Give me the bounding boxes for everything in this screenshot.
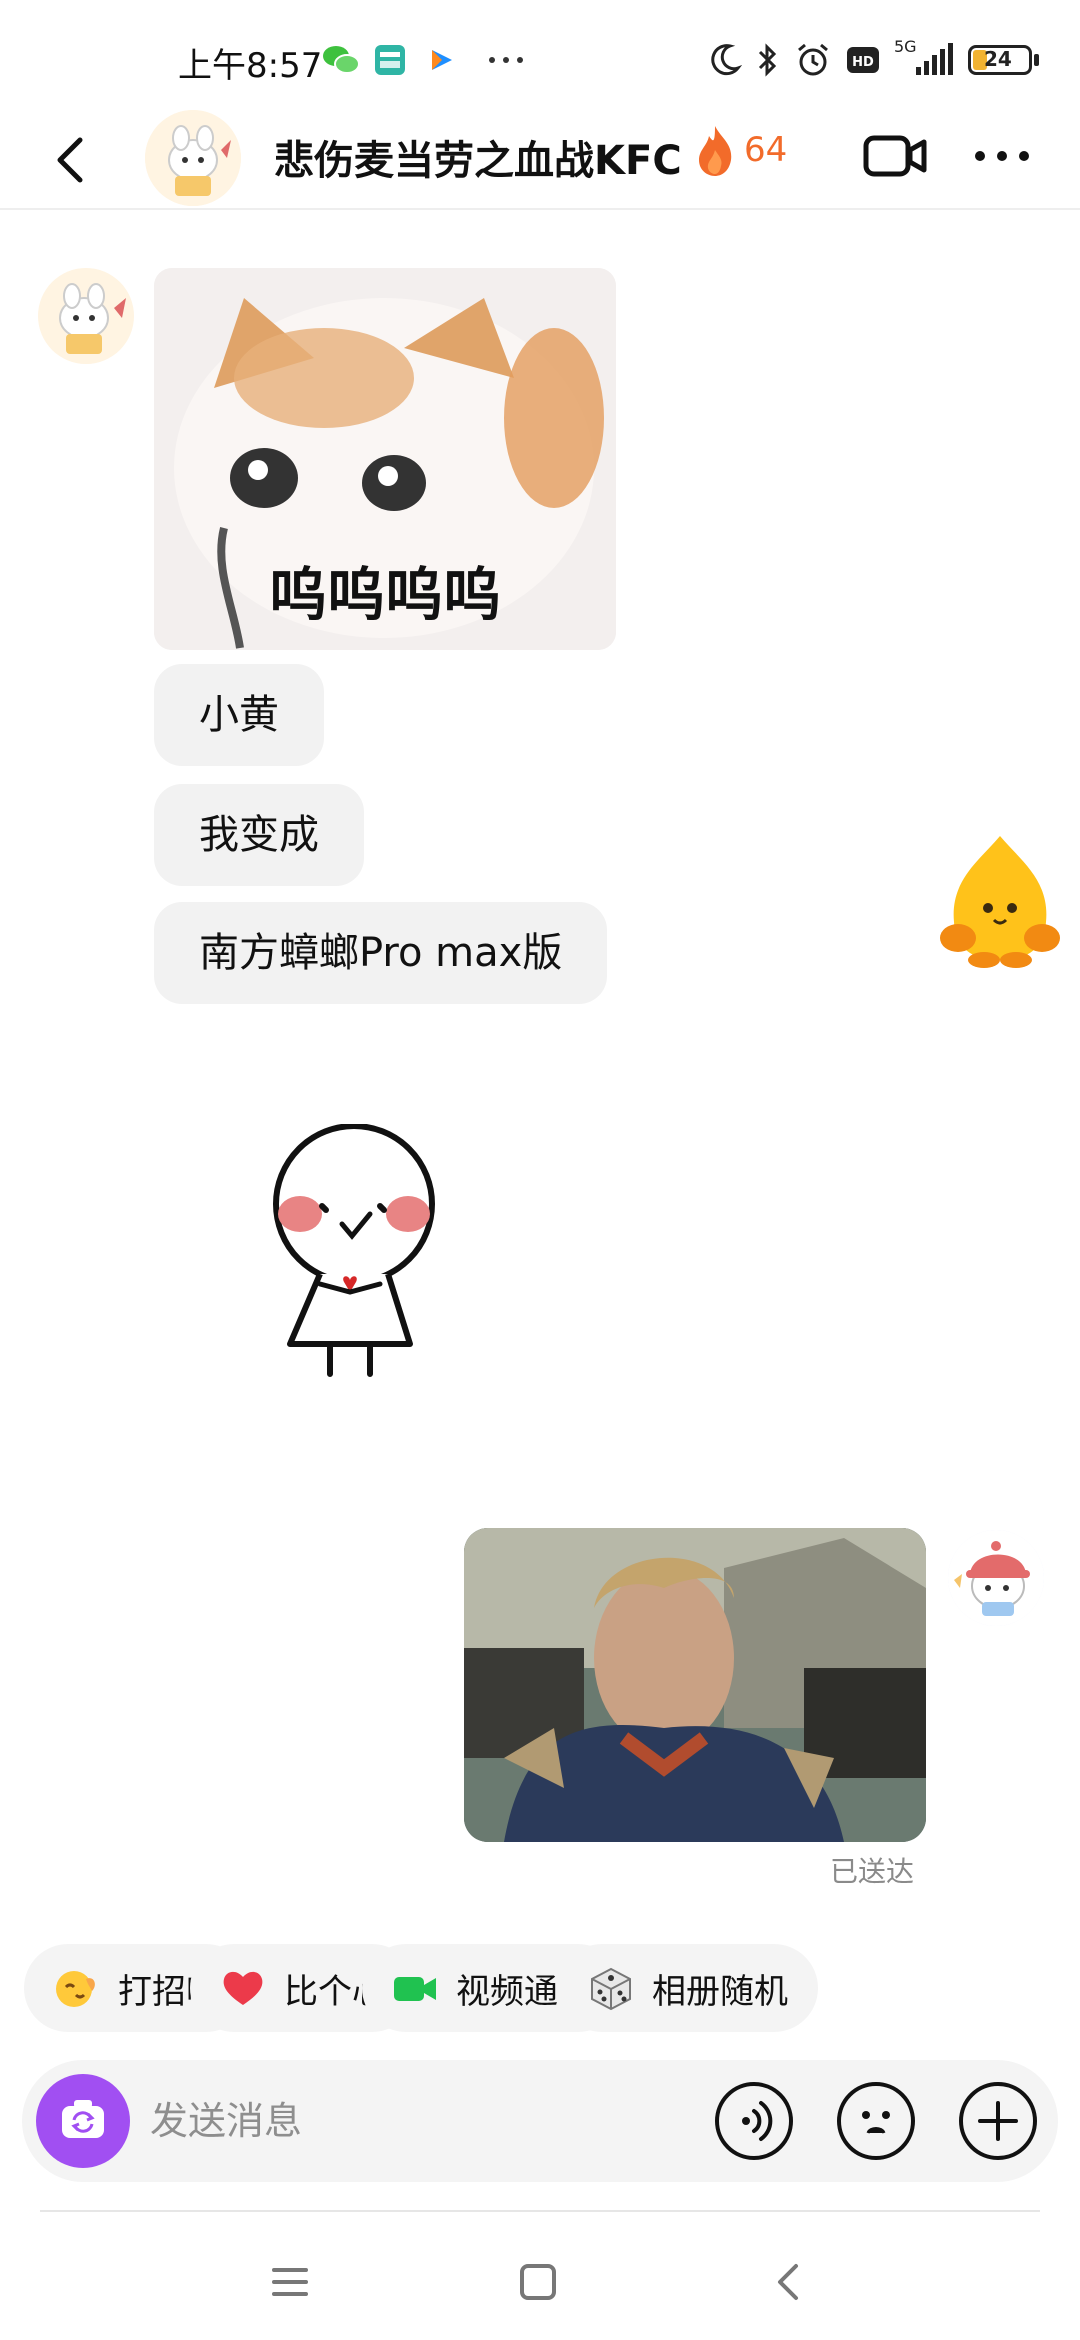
more-dots-icon <box>489 57 523 63</box>
stick-figure-sticker[interactable] <box>260 1124 450 1384</box>
quick-actions-row: 打招呼 比个心 视频通话 相册随机 <box>24 1944 1080 2034</box>
boss-app-icon <box>375 45 405 75</box>
contact-avatar[interactable] <box>38 268 134 364</box>
alarm-icon <box>798 43 828 76</box>
chat-avatar[interactable] <box>145 110 241 206</box>
home-nav-icon[interactable] <box>508 2252 568 2312</box>
message-input[interactable] <box>150 2082 690 2160</box>
yellow-mascot-icon[interactable] <box>930 830 1070 970</box>
message-composer <box>22 2060 1058 2182</box>
bottom-divider <box>40 2210 1040 2212</box>
status-time: 上午8:57 <box>178 46 323 86</box>
svg-text:HD: HD <box>852 55 874 70</box>
chat-title: 悲伤麦当劳之血战KFC <box>274 138 682 184</box>
bunny-avatar-icon <box>145 110 241 206</box>
status-bar: 上午8:57 HD 5G 24 <box>0 0 1080 120</box>
quick-action-random-album[interactable]: 相册随机 <box>558 1944 818 2032</box>
message-bubble[interactable]: 南方蟑螂Pro max版 <box>154 902 608 1004</box>
bluetooth-icon <box>758 43 777 77</box>
status-right-icons: HD 5G 24 <box>708 37 1040 80</box>
gif-message[interactable] <box>464 1528 926 1842</box>
feishu-icon <box>432 50 452 70</box>
sticker-caption: 呜呜呜呜 <box>268 561 501 629</box>
emoji-button[interactable] <box>836 2081 916 2161</box>
bunny-red-hat-avatar-icon <box>948 1530 1044 1626</box>
man-portrait-gif <box>464 1528 926 1842</box>
camera-flip-icon <box>62 2100 104 2138</box>
flame-icon <box>699 126 732 176</box>
message-bubble[interactable]: 小黄 <box>154 664 324 766</box>
cat-crying-sticker[interactable]: 呜呜呜呜 <box>154 268 616 650</box>
my-avatar[interactable] <box>948 1530 1044 1626</box>
delivery-status: 已送达 <box>830 1855 915 1888</box>
battery-icon: 24 <box>968 43 1040 77</box>
signal-icon: 5G <box>894 37 954 79</box>
more-options-button[interactable] <box>970 126 1034 186</box>
message-bubble[interactable]: 我变成 <box>154 784 364 886</box>
video-call-icon <box>392 1965 438 2011</box>
wave-emoji-icon <box>54 1965 100 2011</box>
back-arrow-icon[interactable] <box>40 128 100 192</box>
voice-button[interactable] <box>714 2081 794 2161</box>
hd-icon: HD <box>847 47 879 73</box>
moon-icon <box>711 44 742 76</box>
back-nav-icon[interactable] <box>758 2252 818 2312</box>
video-call-button[interactable] <box>862 126 930 186</box>
battery-level: 24 <box>984 47 1012 71</box>
wechat-icon <box>323 46 360 74</box>
camera-button[interactable] <box>36 2074 130 2168</box>
chat-header: 悲伤麦当劳之血战KFC 64 <box>0 110 1080 210</box>
heart-icon <box>220 1965 266 2011</box>
streak-count: 64 <box>744 130 788 170</box>
add-button[interactable] <box>958 2081 1038 2161</box>
bunny-avatar-icon <box>38 268 134 364</box>
dice-icon <box>588 1965 634 2011</box>
chip-label: 相册随机 <box>652 1971 788 2012</box>
menu-nav-icon[interactable] <box>260 2252 320 2312</box>
